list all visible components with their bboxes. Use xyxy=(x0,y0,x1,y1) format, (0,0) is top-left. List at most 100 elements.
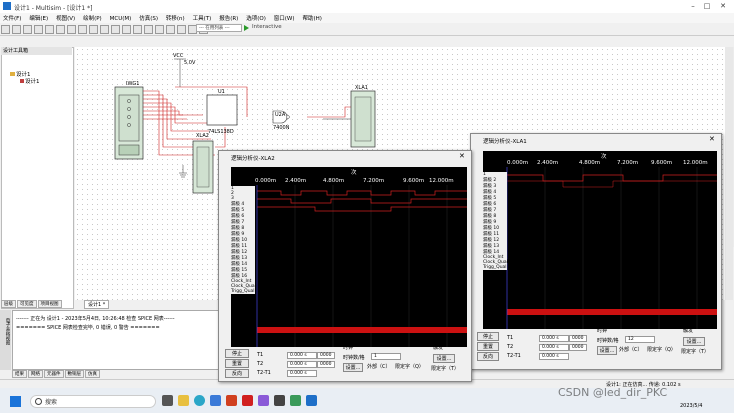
menu-simulate[interactable]: 仿真(S) xyxy=(136,13,161,23)
wps-icon[interactable] xyxy=(242,395,253,406)
menu-options[interactable]: 选项(O) xyxy=(243,13,269,23)
la2-t1-value: 0.000 s xyxy=(287,352,317,359)
paste-icon[interactable] xyxy=(67,25,76,34)
grid-icon[interactable] xyxy=(133,25,142,34)
spreadsheet-side-bar: 电子表格视图 xyxy=(0,310,11,370)
edge-icon[interactable] xyxy=(194,395,205,406)
tab-results[interactable]: 结果 xyxy=(12,370,27,378)
la2-stop-button[interactable]: 停止 xyxy=(225,349,249,358)
database-icon[interactable] xyxy=(155,25,164,34)
la1-t1-value: 0.000 s xyxy=(539,335,569,342)
tab-nets[interactable]: 网络 xyxy=(28,370,43,378)
close-button[interactable]: ✕ xyxy=(718,2,728,11)
interactive-label: Interactive xyxy=(252,24,282,30)
store-icon[interactable] xyxy=(210,395,221,406)
gate-ref: U2A xyxy=(275,112,286,118)
office-icon[interactable] xyxy=(226,395,237,406)
files-icon[interactable] xyxy=(178,395,189,406)
bottom-tabs: 结果 网络 元器件 敷铜层 仿真 xyxy=(12,370,101,378)
menu-tools[interactable]: 工具(T) xyxy=(190,13,215,23)
tab-project-view[interactable]: 项目视图 xyxy=(37,300,62,308)
run-icon[interactable] xyxy=(244,25,249,31)
task-view-icon[interactable] xyxy=(162,395,173,406)
la1-clock-title: 时钟 xyxy=(597,328,608,334)
la-ref-1: XLA1 xyxy=(355,85,368,91)
new-icon[interactable] xyxy=(1,25,10,34)
la1-channel-list: 1 漏极 2 漏极 3 漏极 4 漏极 5 漏极 6 漏极 7 漏极 8 漏极 9 漏极 10 漏极… xyxy=(483,172,508,270)
component-icon[interactable] xyxy=(166,25,175,34)
menu-mcu[interactable]: MCU(M) xyxy=(107,15,135,23)
app-icon-c[interactable] xyxy=(290,395,301,406)
menu-file[interactable]: 文件(F) xyxy=(0,13,24,23)
tab-copper-layers[interactable]: 敷铜层 xyxy=(64,370,84,378)
document-tab[interactable]: 设计1 * xyxy=(84,300,110,309)
multisim-icon[interactable] xyxy=(306,395,317,406)
log-line-1: ------- 正在为 设计1 - 2023年5月4日, 10:26:48 检查… xyxy=(16,316,175,322)
la1-clock-per-div-label: 时钟数/格 xyxy=(597,338,619,344)
spreadsheet-label: 电子表格视图 xyxy=(5,318,10,345)
maximize-button[interactable]: □ xyxy=(702,2,712,11)
la2-t2-value2: 0000 xyxy=(317,361,335,368)
la1-close-button[interactable]: ✕ xyxy=(709,135,715,143)
tab-components[interactable]: 元器件 xyxy=(44,370,64,378)
la2-clock-per-div-input[interactable]: 1 xyxy=(371,353,401,360)
copy-icon[interactable] xyxy=(56,25,65,34)
ic-part: 74LS138D xyxy=(208,129,234,135)
canvas-vertical-scrollbar[interactable] xyxy=(725,47,733,300)
spreadsheet-icon[interactable] xyxy=(144,25,153,34)
la1-trigger-settings-button[interactable]: 设置... xyxy=(683,337,705,346)
graph-icon[interactable] xyxy=(177,25,186,34)
la2-reverse-button[interactable]: 反向 xyxy=(225,369,249,378)
minimize-button[interactable]: – xyxy=(688,2,698,11)
open-icon[interactable] xyxy=(12,25,21,34)
la2-t2t1-label: T2-T1 xyxy=(257,370,271,376)
menu-window[interactable]: 窗口(W) xyxy=(271,13,298,23)
menu-transfer[interactable]: 转移(n) xyxy=(163,13,188,23)
la2-clock-settings-button[interactable]: 设置... xyxy=(343,363,363,372)
zoom-out-icon[interactable] xyxy=(111,25,120,34)
la1-t2-label: T2 xyxy=(507,344,514,350)
zoom-in-icon[interactable] xyxy=(100,25,109,34)
la1-reset-button[interactable]: 重置 xyxy=(477,342,499,351)
app-icon xyxy=(3,2,11,10)
la1-stop-button[interactable]: 停止 xyxy=(477,332,499,341)
la1-clock-per-div-input[interactable]: 12 xyxy=(625,336,655,343)
print-icon[interactable] xyxy=(34,25,43,34)
la1-clock-settings-button[interactable]: 设置... xyxy=(597,346,617,355)
gate-part: 7400N xyxy=(273,125,290,131)
la1-reverse-button[interactable]: 反向 xyxy=(477,352,499,361)
undo-icon[interactable] xyxy=(78,25,87,34)
menu-edit[interactable]: 编辑(E) xyxy=(26,13,51,23)
redo-icon[interactable] xyxy=(89,25,98,34)
tab-simulation[interactable]: 仿真 xyxy=(85,370,100,378)
menu-help[interactable]: 帮助(H) xyxy=(299,13,324,23)
app-icon-b[interactable] xyxy=(274,395,285,406)
tab-hierarchy[interactable]: 层级 xyxy=(1,300,16,308)
save-icon[interactable] xyxy=(23,25,32,34)
la1-title: 逻辑分析仪-XLA1 xyxy=(483,139,527,145)
la1-t2-value: 0.000 s xyxy=(539,344,569,351)
photos-icon[interactable] xyxy=(258,395,269,406)
clock-date: 2023/5/4 xyxy=(680,403,703,409)
la1-t1-value2: 0000 xyxy=(569,335,587,342)
la2-channel-list: 1 2 3 漏极 4 漏极 5 漏极 6 漏极 7 漏极 8 漏极 9 漏极 10 漏极 11 漏极 … xyxy=(231,186,256,294)
la1-trigger-qualifier-label: 限定字（T） xyxy=(681,349,710,355)
zoom-fit-icon[interactable] xyxy=(122,25,131,34)
la2-close-button[interactable]: ✕ xyxy=(459,152,465,160)
la2-t1-value2: 0000 xyxy=(317,352,335,359)
start-icon[interactable] xyxy=(10,396,21,407)
menu-reports[interactable]: 报告(R) xyxy=(216,13,241,23)
schematic-icon xyxy=(20,79,24,83)
menu-place[interactable]: 绘制(P) xyxy=(80,13,105,23)
search-box[interactable]: 搜索 xyxy=(30,395,156,408)
word-gen-ref: IWG1 xyxy=(126,81,140,87)
design-toolbox-tabs: 层级 可见度 项目视图 xyxy=(1,300,63,308)
in-use-list-dropdown[interactable]: --- 在用列表 --- xyxy=(196,24,242,32)
la2-reset-button[interactable]: 重置 xyxy=(225,359,249,368)
search-icon xyxy=(35,398,42,405)
tree-child[interactable]: 设计1 xyxy=(20,77,40,85)
cut-icon[interactable] xyxy=(45,25,54,34)
tab-visibility[interactable]: 可见度 xyxy=(17,300,37,308)
la2-trigger-settings-button[interactable]: 设置... xyxy=(433,354,455,363)
menu-view[interactable]: 视图(V) xyxy=(53,13,78,23)
